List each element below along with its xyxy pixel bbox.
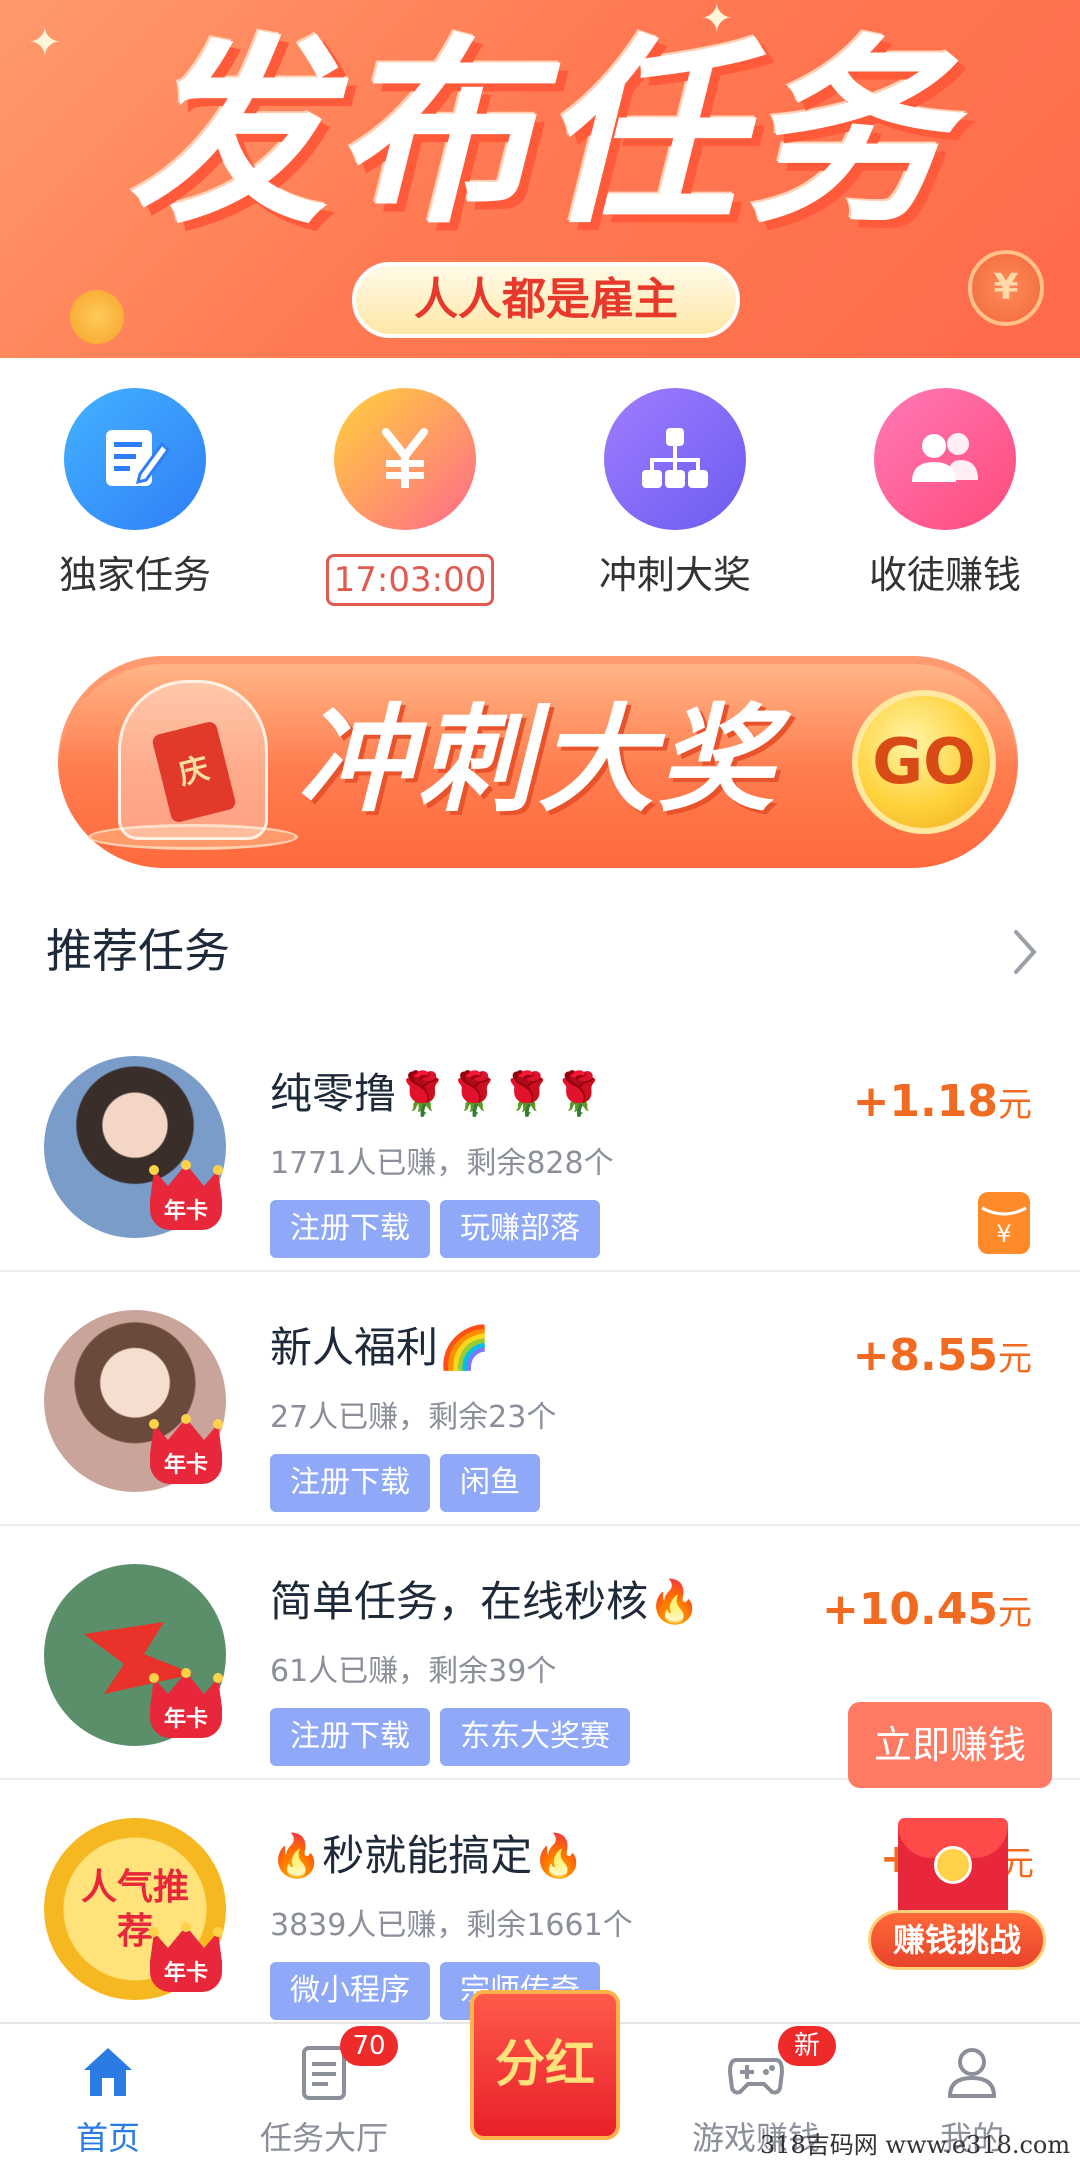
reward-amount: +8.55 [852,1330,998,1381]
quick-sprint-prize[interactable]: 冲刺大奖 [540,378,810,618]
earn-now-button[interactable]: 立即赚钱 [848,1702,1052,1788]
jar-label: 庆 [151,720,237,824]
annual-card-badge: 年卡 [144,1160,228,1234]
notification-badge: 70 [340,2026,398,2066]
task-tags: 注册下载 东东大奖赛 [270,1708,640,1766]
task-stats: 1771人已赚，剩余828个 [270,1146,614,1181]
task-tag: 注册下载 [270,1200,430,1258]
task-stats: 3839人已赚，剩余1661个 [270,1908,633,1943]
quick-label: 冲刺大奖 [598,553,751,597]
chevron-right-icon[interactable] [1010,928,1040,976]
task-row[interactable]: 年卡 纯零撸🌹🌹🌹🌹 1771人已赚，剩余828个 注册下载 玩赚部落 +1.18… [0,1018,1080,1272]
countdown-timer: 17:03:00 [326,554,494,606]
task-stats: 61人已赚，剩余39个 [270,1654,557,1689]
yuan-coin-icon [334,388,476,530]
task-tag: 注册下载 [270,1708,430,1766]
banner-title: 发布任务 [127,18,952,251]
task-reward: +1.18元 [853,1070,1032,1137]
dividend-button[interactable]: 分红 [470,1990,620,2140]
task-tag: 闲鱼 [440,1454,540,1512]
task-title: 🔥秒就能搞定🔥 [270,1831,585,1880]
section-title: 推荐任务 [46,924,230,978]
users-icon [874,388,1016,530]
task-row[interactable]: 年卡 新人福利🌈 27人已赚，剩余23个 注册下载 闲鱼 +8.55元 [0,1272,1080,1526]
promo-text: 冲刺大奖 [298,693,778,828]
annual-card-badge: 年卡 [144,1414,228,1488]
home-icon [84,2048,132,2096]
reward-unit: 元 [998,1085,1032,1125]
quick-countdown[interactable]: 17:03:00 [270,378,540,618]
badge-label: 年卡 [150,1702,222,1738]
task-stats: 27人已赚，剩余23个 [270,1400,557,1435]
task-reward: +8.55元 [853,1324,1032,1391]
quick-label: 收徒赚钱 [868,553,1021,597]
svg-text:¥: ¥ [996,1220,1011,1248]
quick-invite-earn[interactable]: 收徒赚钱 [810,378,1080,618]
red-envelope-icon[interactable]: ¥ [978,1192,1030,1254]
task-row[interactable]: 年卡 简单任务，在线秒核🔥 61人已赚，剩余39个 注册下载 东东大奖赛 +10.… [0,1526,1080,1788]
watermark: 318吉码网 www.e318.com [760,2131,1071,2159]
annual-card-badge: 年卡 [144,1922,228,1996]
publish-task-banner[interactable]: ✦ ✦ 发布任务 人人都是雇主 ¥ [0,0,1080,358]
yuan-coin-icon: ¥ [968,250,1044,326]
prize-jar-icon: 庆 [118,680,268,840]
edit-note-icon [64,388,206,530]
reward-amount: +10.45 [821,1584,998,1635]
nav-label: 首页 [75,2119,140,2157]
earning-challenge[interactable]: 赚钱挑战 [868,1818,1046,1970]
go-button[interactable]: GO [852,690,996,834]
coin-icon [70,290,124,344]
new-badge: 新 [778,2026,836,2066]
app-screen: ✦ ✦ 发布任务 人人都是雇主 ¥ 独家任务 17:03:00 冲刺大奖 收徒赚… [0,0,1080,2166]
user-icon [947,2048,997,2098]
task-title: 新人福利🌈 [270,1323,491,1372]
badge-label: 年卡 [150,1956,222,1992]
quick-label: 独家任务 [58,553,211,597]
badge-label: 年卡 [150,1448,222,1484]
task-tag: 玩赚部落 [440,1200,600,1258]
task-title: 纯零撸🌹🌹🌹🌹 [270,1069,606,1118]
nav-home[interactable]: 首页 [0,2024,216,2166]
reward-unit: 元 [998,1339,1032,1379]
reward-unit: 元 [998,1593,1032,1633]
reward-amount: +1.18 [852,1076,998,1127]
annual-card-badge: 年卡 [144,1668,228,1742]
quick-exclusive-tasks[interactable]: 独家任务 [0,378,270,618]
quick-actions: 独家任务 17:03:00 冲刺大奖 收徒赚钱 [0,378,1080,618]
badge-label: 年卡 [150,1194,222,1230]
banner-slogan: 人人都是雇主 [352,262,740,338]
task-tags: 注册下载 闲鱼 [270,1454,550,1512]
envelope-seal [934,1846,972,1884]
hierarchy-icon [604,388,746,530]
task-tag: 东东大奖赛 [440,1708,630,1766]
challenge-label: 赚钱挑战 [868,1910,1046,1970]
task-tag: 微小程序 [270,1962,430,2020]
task-reward: +10.45元 [822,1578,1032,1645]
nav-task-hall[interactable]: 70 任务大厅 [216,2024,432,2166]
task-title: 简单任务，在线秒核🔥 [270,1577,701,1626]
task-tags: 注册下载 玩赚部落 [270,1200,610,1258]
nav-label: 任务大厅 [259,2119,388,2157]
task-tag: 注册下载 [270,1454,430,1512]
sprint-prize-banner[interactable]: 庆 冲刺大奖 GO [58,656,1018,868]
gamepad-icon [727,2058,785,2095]
